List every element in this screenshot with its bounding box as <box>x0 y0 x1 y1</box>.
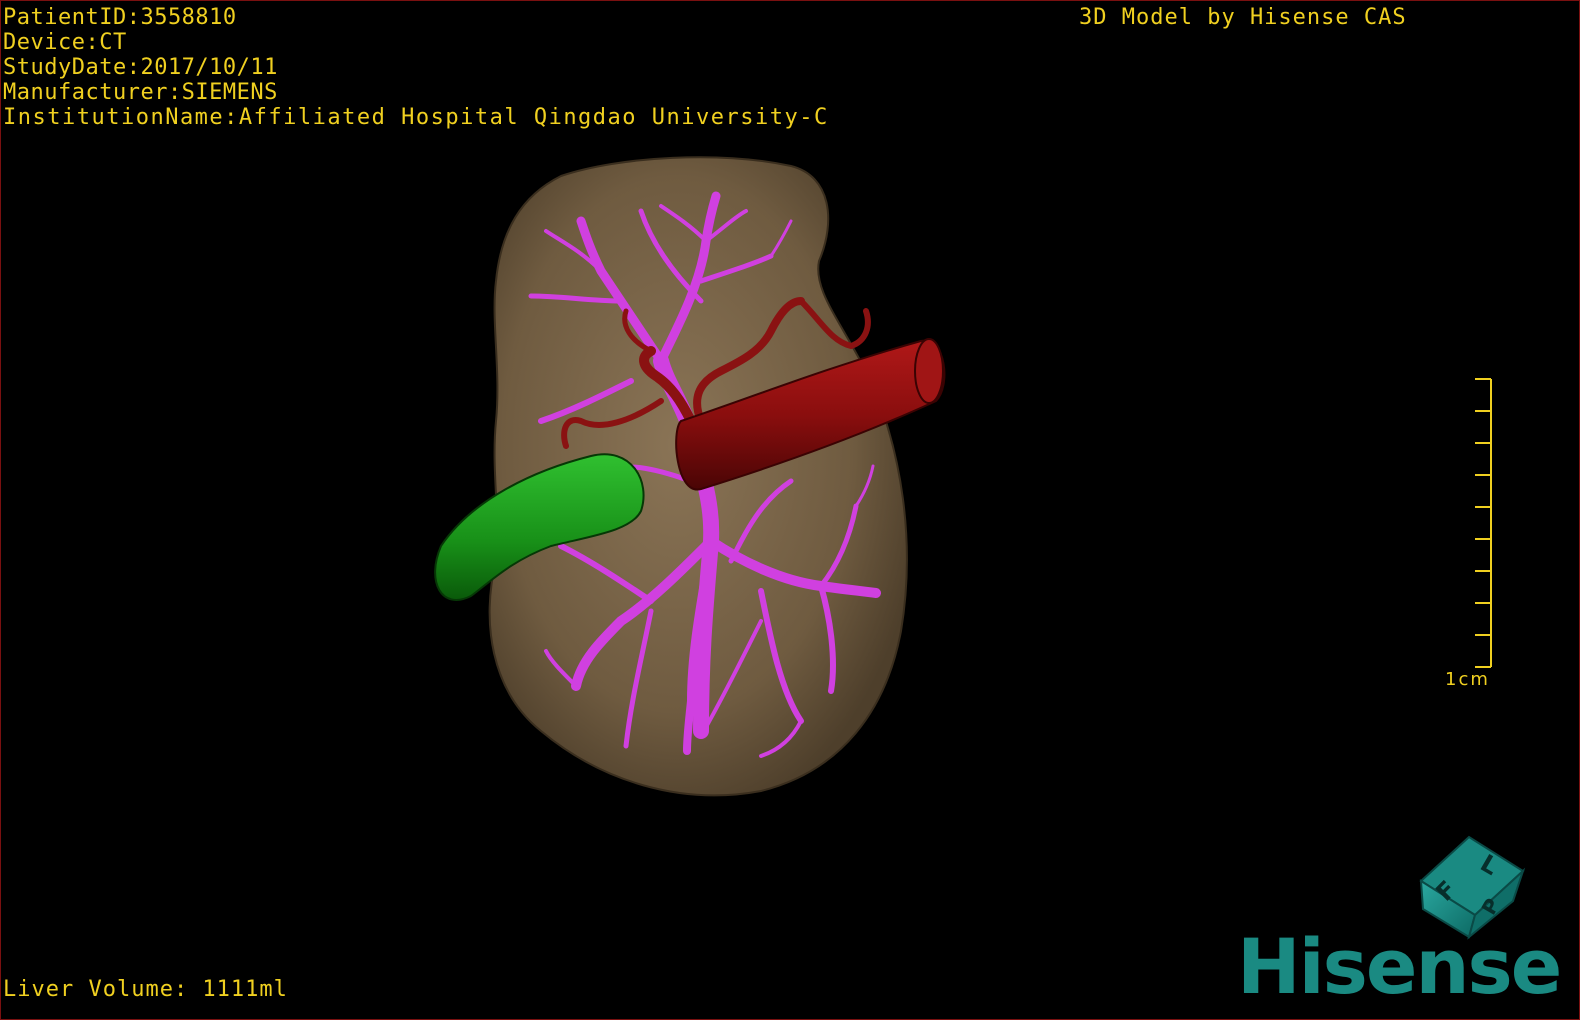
manufacturer: Manufacturer:SIEMENS <box>3 80 278 105</box>
device: Device:CT <box>3 30 127 55</box>
institution-name: InstitutionName:Affiliated Hospital Qing… <box>3 105 829 130</box>
liver-volume: Liver Volume: 1111ml <box>3 977 288 1002</box>
hisense-logo: Hisense <box>1237 922 1562 1011</box>
patient-id: PatientID:3558810 <box>3 5 237 30</box>
study-date: StudyDate:2017/10/11 <box>3 55 278 80</box>
scale-bar-label: 1cm <box>1445 669 1490 690</box>
3d-model-scene[interactable]: F L P <box>1 1 1580 1020</box>
model-credit: 3D Model by Hisense CAS <box>1079 5 1407 30</box>
scale-bar <box>1475 378 1492 668</box>
aorta-end <box>914 338 944 404</box>
3d-viewport[interactable]: F L P PatientID:3558810 Device:CT StudyD… <box>0 0 1580 1020</box>
